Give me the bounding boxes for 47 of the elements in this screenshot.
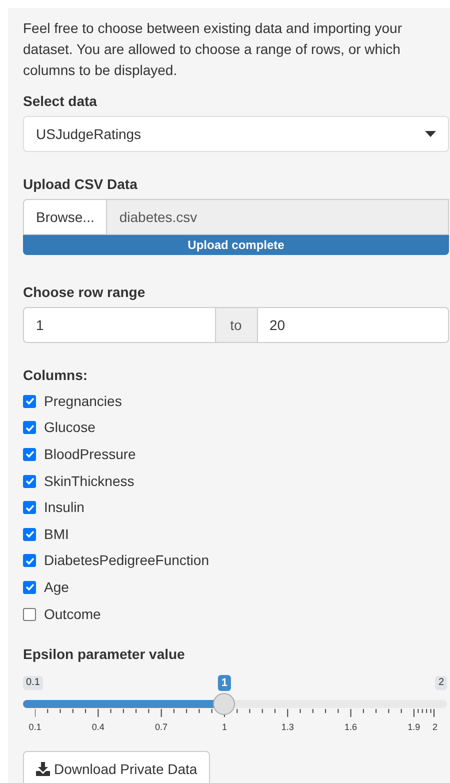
- slider-tick-label: 2: [432, 721, 438, 734]
- slider-max-label: 2: [435, 676, 447, 690]
- upload-progress-bar: Upload complete: [23, 235, 449, 255]
- intro-text: Feel free to choose between existing data and importing your dataset. You are allowed to choose a range of rows, or which columns to be displayed.: [23, 19, 404, 80]
- checkbox-option[interactable]: BMI: [23, 520, 449, 548]
- field-label: Columns:: [23, 366, 89, 385]
- checkbox[interactable]: [23, 501, 36, 514]
- checkbox-option[interactable]: Pregnancies: [23, 388, 449, 415]
- checkbox[interactable]: [23, 528, 36, 541]
- slider-min-label: 0.1: [23, 676, 43, 690]
- slider-tick-label: 1.3: [281, 721, 294, 734]
- slider-value-label: 1: [218, 675, 231, 692]
- file-name-field: diabetes.csv: [107, 199, 449, 235]
- download-icon: [36, 762, 50, 776]
- checkbox[interactable]: [23, 448, 36, 461]
- field-label: Epsilon parameter value: [23, 645, 186, 664]
- checkbox-option[interactable]: SkinThickness: [23, 468, 449, 494]
- field-label: Select data: [23, 92, 98, 111]
- input-field[interactable]: 20: [256, 307, 449, 343]
- range-separator: to: [216, 307, 256, 343]
- checkbox-option[interactable]: DiabetesPedigreeFunction: [23, 548, 449, 574]
- slider-tick-label: 0.7: [155, 721, 168, 734]
- slider-tick-label: 1: [222, 721, 227, 734]
- browse-button[interactable]: Browse...: [23, 199, 108, 235]
- checkbox-option[interactable]: Age: [23, 574, 449, 601]
- select-dropdown[interactable]: USJudgeRatings: [23, 116, 449, 152]
- checkbox[interactable]: [23, 421, 36, 434]
- caret-icon: [425, 131, 436, 137]
- checkbox-option[interactable]: Outcome: [23, 600, 449, 628]
- checkbox[interactable]: [23, 474, 36, 488]
- field-label: Upload CSV Data: [23, 175, 138, 194]
- input-field[interactable]: 1: [23, 307, 216, 343]
- download-button[interactable]: Download Private Data: [23, 751, 210, 783]
- slider-tick-label: 1.9: [408, 721, 420, 734]
- checkbox-option[interactable]: BloodPressure: [23, 441, 449, 468]
- field-label: Choose row range: [23, 283, 146, 302]
- slider-tick-label: 0.1: [28, 721, 42, 734]
- checkbox-option[interactable]: Glucose: [23, 414, 449, 442]
- checkbox[interactable]: [23, 580, 36, 594]
- checkbox[interactable]: [23, 608, 36, 621]
- slider-track[interactable]: [23, 693, 447, 716]
- checkbox[interactable]: [23, 554, 36, 568]
- slider-tick-label: 1.6: [344, 721, 358, 734]
- slider-handle[interactable]: [213, 693, 236, 716]
- checkbox[interactable]: [23, 394, 36, 408]
- slider-tick-label: 0.4: [92, 721, 104, 734]
- checkbox-option[interactable]: Insulin: [23, 494, 449, 521]
